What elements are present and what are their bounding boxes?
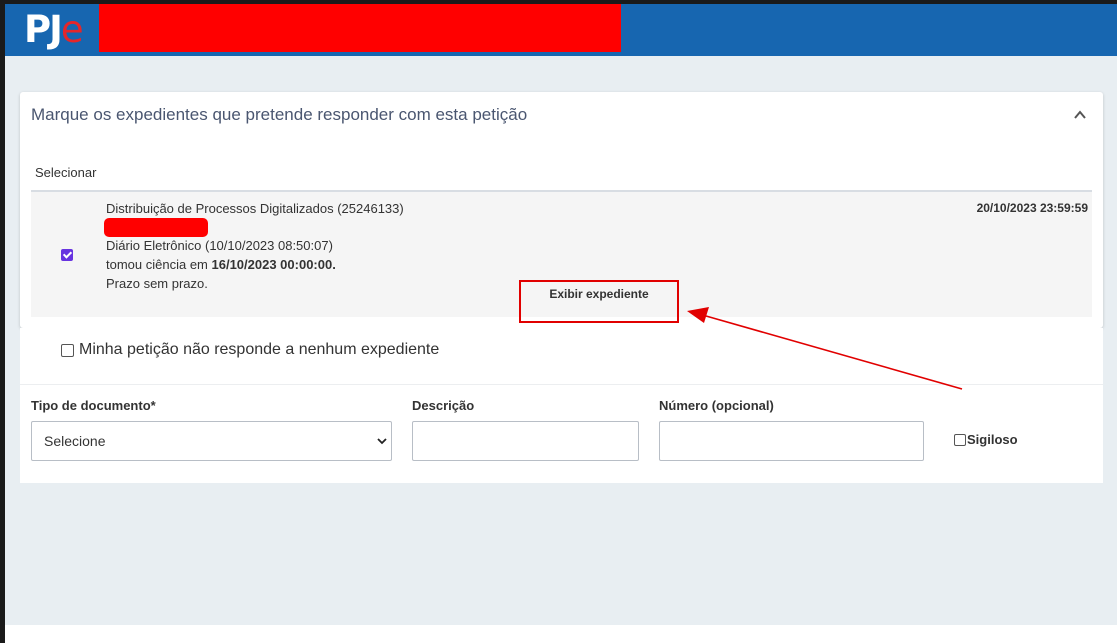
tipo-documento-label: Tipo de documento* (31, 398, 156, 413)
tipo-documento-select[interactable]: Selecione (31, 421, 392, 461)
chevron-up-icon[interactable] (1073, 108, 1087, 122)
expediente-ciencia: tomou ciência em 16/10/2023 00:00:00. (106, 257, 336, 272)
no-response-option[interactable]: Minha petição não responde a nenhum expe… (61, 341, 439, 359)
tipo-documento-value: Selecione (44, 433, 106, 449)
expediente-prazo: Prazo sem prazo. (106, 276, 208, 291)
select-column-header: Selecionar (35, 165, 97, 180)
form-divider (20, 384, 1103, 385)
expediente-deadline: 20/10/2023 23:59:59 (976, 201, 1088, 215)
document-form: Minha petição não responde a nenhum expe… (20, 328, 1103, 483)
descricao-input[interactable] (412, 421, 639, 461)
numero-label: Número (opcional) (659, 398, 774, 413)
no-response-checkbox[interactable] (61, 343, 74, 357)
logo-accent-text: e (60, 8, 84, 51)
numero-input[interactable] (659, 421, 924, 461)
card-title: Marque os expedientes que pretende respo… (31, 105, 528, 124)
expedientes-card: Marque os expedientes que pretende respo… (20, 92, 1103, 328)
expediente-checkbox[interactable] (61, 249, 73, 261)
redaction-block-header (99, 4, 621, 52)
exibir-expediente-button[interactable]: Exibir expediente (522, 277, 676, 310)
redaction-block-row (104, 218, 208, 237)
bottom-strip (5, 625, 1117, 643)
logo-main-text: PJ (24, 8, 63, 51)
top-bar: PJe (5, 4, 1117, 56)
ciencia-prefix: tomou ciência em (106, 257, 212, 272)
app-frame: PJe Marque os expedientes que pretende r… (5, 4, 1117, 625)
sigiloso-label: Sigiloso (967, 432, 1018, 447)
pje-logo[interactable]: PJe (24, 8, 84, 51)
no-response-label: Minha petição não responde a nenhum expe… (79, 341, 440, 358)
expediente-title: Distribuição de Processos Digitalizados … (106, 201, 404, 216)
sigiloso-option[interactable]: Sigiloso (954, 432, 1018, 447)
chevron-down-icon (377, 438, 387, 445)
expediente-origin: Diário Eletrônico (10/10/2023 08:50:07) (106, 238, 333, 253)
ciencia-date: 16/10/2023 00:00:00. (211, 257, 336, 272)
expediente-row: Distribuição de Processos Digitalizados … (31, 192, 1092, 317)
descricao-label: Descrição (412, 398, 475, 413)
sigiloso-checkbox[interactable] (954, 433, 966, 446)
